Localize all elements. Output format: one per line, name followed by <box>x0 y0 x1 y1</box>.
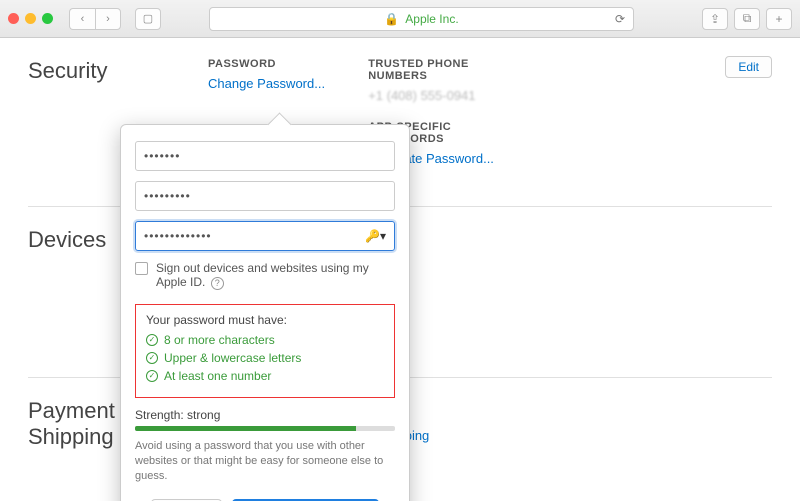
requirement-1-text: 8 or more characters <box>164 333 275 347</box>
trusted-phone-label: TRUSTED PHONE NUMBERS <box>368 58 508 82</box>
strength-label: Strength: strong <box>135 408 395 422</box>
new-password-value: ••••••••• <box>144 189 191 203</box>
maximize-window-button[interactable] <box>42 13 53 24</box>
page-content: Edit Security PASSWORD Change Password..… <box>0 38 800 501</box>
requirement-3: ✓ At least one number <box>146 369 384 383</box>
trusted-phone-value: +1 (408) 555-0941 <box>368 88 508 103</box>
help-icon[interactable]: ? <box>211 277 224 290</box>
confirm-password-input[interactable]: ••••••••••••• 🔑▾ <box>135 221 395 251</box>
nav-back-forward: ‹ › <box>69 8 121 30</box>
password-key-icon[interactable]: 🔑▾ <box>365 229 386 243</box>
current-password-value: ••••••• <box>144 149 180 163</box>
forward-button[interactable]: › <box>95 8 121 30</box>
share-button[interactable]: ⇪ <box>702 8 728 30</box>
requirement-1: ✓ 8 or more characters <box>146 333 384 347</box>
minimize-window-button[interactable] <box>25 13 36 24</box>
window-controls <box>8 13 53 24</box>
change-password-popover: ••••••• ••••••••• ••••••••••••• 🔑▾ Sign … <box>120 124 410 501</box>
section-title-security: Security <box>28 58 208 84</box>
address-bar[interactable]: 🔒 Apple Inc. ⟳ <box>209 7 634 31</box>
requirement-2: ✓ Upper & lowercase letters <box>146 351 384 365</box>
strength-meter-fill <box>135 426 356 431</box>
signout-label: Sign out devices and websites using my A… <box>156 261 395 290</box>
requirement-2-text: Upper & lowercase letters <box>164 351 301 365</box>
edit-button[interactable]: Edit <box>725 56 772 78</box>
password-hint-text: Avoid using a password that you use with… <box>135 439 395 485</box>
back-button[interactable]: ‹ <box>69 8 95 30</box>
requirement-3-text: At least one number <box>164 369 271 383</box>
signout-checkbox-row: Sign out devices and websites using my A… <box>135 261 395 290</box>
strength-meter <box>135 426 395 431</box>
lock-icon: 🔒 <box>384 12 399 26</box>
requirements-title: Your password must have: <box>146 313 384 327</box>
sidebar-toggle-button[interactable]: ▢ <box>135 8 161 30</box>
password-label: PASSWORD <box>208 58 348 70</box>
confirm-password-value: ••••••••••••• <box>144 229 212 243</box>
browser-toolbar: ‹ › ▢ 🔒 Apple Inc. ⟳ ⇪ ⧉ + <box>0 0 800 38</box>
new-tab-button[interactable]: + <box>766 8 792 30</box>
reload-icon[interactable]: ⟳ <box>615 12 625 26</box>
check-icon: ✓ <box>146 370 158 382</box>
signout-checkbox[interactable] <box>135 262 148 275</box>
password-requirements: Your password must have: ✓ 8 or more cha… <box>135 304 395 398</box>
new-password-input[interactable]: ••••••••• <box>135 181 395 211</box>
signout-text: Sign out devices and websites using my A… <box>156 261 369 289</box>
current-password-input[interactable]: ••••••• <box>135 141 395 171</box>
close-window-button[interactable] <box>8 13 19 24</box>
change-password-link[interactable]: Change Password... <box>208 76 348 91</box>
toolbar-right: ⇪ ⧉ + <box>702 8 792 30</box>
tabs-button[interactable]: ⧉ <box>734 8 760 30</box>
check-icon: ✓ <box>146 334 158 346</box>
check-icon: ✓ <box>146 352 158 364</box>
address-label: Apple Inc. <box>405 12 458 26</box>
